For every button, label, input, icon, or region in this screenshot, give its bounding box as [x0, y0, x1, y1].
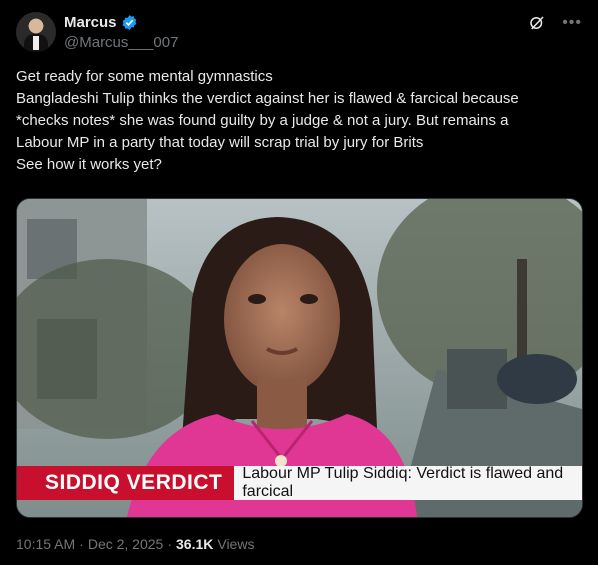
- display-name[interactable]: Marcus: [64, 14, 117, 31]
- tweet-header: Marcus @Marcus___007 •••: [16, 12, 582, 54]
- tweet-line: Labour MP in a party that today will scr…: [16, 134, 424, 151]
- banner-text: Labour MP Tulip Siddiq: Verdict is flawe…: [234, 465, 582, 500]
- tweet-text: Get ready for some mental gymnastics Ban…: [16, 66, 586, 176]
- avatar[interactable]: [16, 12, 56, 52]
- display-name-row[interactable]: Marcus: [64, 12, 178, 32]
- tweet-line: Get ready for some mental gymnastics: [16, 68, 273, 85]
- tweet-line: *checks notes* she was found guilty by a…: [16, 112, 509, 129]
- more-icon[interactable]: •••: [562, 14, 582, 32]
- media-video[interactable]: SIDDIQ VERDICT Labour MP Tulip Siddiq: V…: [16, 198, 583, 518]
- grok-icon[interactable]: [528, 14, 546, 32]
- news-banner: SIDDIQ VERDICT Labour MP Tulip Siddiq: V…: [17, 465, 582, 500]
- separator: ·: [167, 536, 172, 552]
- tweet-date[interactable]: Dec 2, 2025: [88, 536, 164, 552]
- handle[interactable]: @Marcus___007: [64, 34, 178, 51]
- verified-badge-icon: [122, 14, 136, 30]
- top-actions: •••: [528, 14, 582, 32]
- separator: ·: [79, 536, 84, 552]
- views-count[interactable]: 36.1K: [176, 536, 213, 552]
- tweet-line: See how it works yet?: [16, 156, 162, 173]
- tweet-line: Bangladeshi Tulip thinks the verdict aga…: [16, 90, 519, 107]
- author-names: Marcus @Marcus___007: [64, 12, 178, 52]
- tweet-time[interactable]: 10:15 AM: [16, 536, 75, 552]
- banner-label: SIDDIQ VERDICT: [17, 466, 235, 500]
- views-label: Views: [217, 536, 255, 552]
- tweet-meta: 10:15 AM · Dec 2, 2025 · 36.1K Views: [16, 536, 254, 552]
